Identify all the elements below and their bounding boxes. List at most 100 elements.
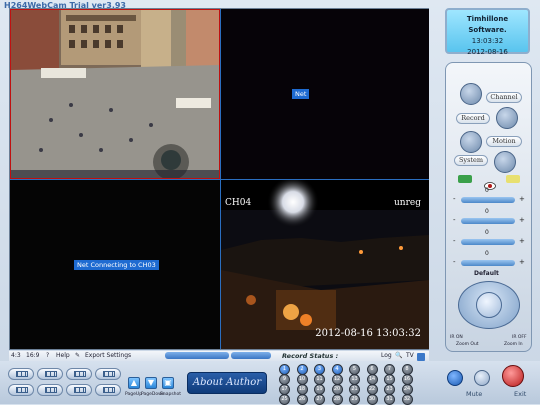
company-name: Timhillone Software.: [466, 15, 509, 34]
green-mode-icon[interactable]: [458, 175, 472, 183]
snapshot-label: Snapshot: [160, 392, 182, 397]
ratio-16-9-button[interactable]: 16:9: [26, 351, 39, 361]
minus-icon: -: [453, 258, 456, 266]
help-icon[interactable]: ?: [46, 351, 49, 361]
play-button[interactable]: [447, 370, 463, 386]
slider-3-track[interactable]: [461, 239, 515, 245]
export-settings-link[interactable]: Export Settings: [85, 351, 131, 361]
layout-icon: [16, 387, 28, 393]
record-button[interactable]: Record: [456, 113, 490, 124]
ir-on-button[interactable]: IR ON: [450, 335, 463, 340]
control-panel: Channel Record Motion System 0 - + 0 - +…: [445, 62, 532, 352]
search-icon[interactable]: 🔍: [395, 351, 402, 361]
ch01-camera-image: [11, 10, 219, 178]
channel-button[interactable]: 25: [279, 394, 290, 405]
layout-6x6-button[interactable]: [95, 384, 121, 396]
ch02-status-badge: Net: [292, 89, 310, 99]
ptz-center-button[interactable]: [476, 292, 502, 318]
layout-icon: [16, 371, 28, 377]
ir-off-button[interactable]: IR OFF: [512, 335, 527, 340]
yellow-mode-icon[interactable]: [506, 175, 520, 183]
video-cell-ch03[interactable]: Net Connecting to CH03: [10, 179, 220, 349]
current-date: 2012-08-16: [467, 48, 508, 56]
page-down-button[interactable]: ▼: [145, 377, 157, 389]
slider-2[interactable]: 0 - +: [451, 208, 527, 228]
layout-5x5-button[interactable]: [66, 384, 92, 396]
video-cell-ch02[interactable]: Net: [220, 9, 429, 179]
snapshot-button[interactable]: ▣: [162, 377, 174, 389]
motion-button[interactable]: Motion: [486, 136, 522, 147]
motion-round-button[interactable]: [460, 131, 482, 153]
zoom-in-button[interactable]: Zoom In: [504, 342, 523, 347]
slider-1-value: 0: [485, 187, 489, 194]
slider-2-track[interactable]: [461, 218, 515, 224]
status-bar: 4:3 16:9 ? Help ✎ Export Settings Record…: [9, 351, 429, 361]
channel-button[interactable]: 32: [401, 394, 413, 405]
channel-button[interactable]: 28: [331, 394, 343, 405]
layout-3x3-button[interactable]: [66, 368, 92, 380]
slider-3-value: 0: [485, 229, 489, 236]
help-link[interactable]: Help: [56, 351, 70, 361]
slider-1[interactable]: 0 - +: [451, 187, 527, 207]
record-round-button[interactable]: [496, 107, 518, 129]
video-cell-ch01[interactable]: [10, 9, 220, 179]
slider-4-value: 0: [485, 250, 489, 257]
layout-1plus7-button[interactable]: [37, 384, 63, 396]
page-up-button[interactable]: ▲: [128, 377, 140, 389]
video-grid: Net Net Connecting to CH03 CH04 unreg 20…: [9, 8, 429, 350]
eye-icon[interactable]: [484, 175, 496, 190]
tv-button[interactable]: TV: [406, 351, 414, 361]
minus-icon: -: [453, 195, 456, 203]
channel-button[interactable]: 31: [384, 394, 395, 405]
layout-icon: [74, 371, 86, 377]
log-button[interactable]: Log: [381, 351, 392, 361]
collapse-tab-left[interactable]: [165, 352, 229, 359]
slider-4-track[interactable]: [461, 260, 515, 266]
layout-icon: [74, 387, 86, 393]
mute-label: Mute: [466, 390, 483, 398]
export-icon[interactable]: ✎: [75, 351, 80, 361]
ch04-channel-label: CH04: [225, 198, 252, 208]
ch04-timestamp: 2012-08-16 13:03:32: [315, 328, 421, 339]
unregistered-watermark: unreg: [394, 198, 421, 208]
layout-icon: [103, 371, 115, 377]
bottom-toolbar: ▲ ▼ ▣ PageUp PageDown Snapshot About Aut…: [0, 361, 540, 405]
exit-label: Exit: [514, 390, 527, 398]
system-round-button[interactable]: [494, 151, 516, 173]
default-button[interactable]: Default: [474, 270, 499, 277]
system-button[interactable]: System: [454, 155, 488, 166]
layout-4x4-button[interactable]: [95, 368, 121, 380]
about-author-button[interactable]: About Author: [187, 372, 267, 394]
collapse-tab-right[interactable]: [231, 352, 271, 359]
channel-button[interactable]: 27: [314, 394, 325, 405]
layout-icon: [103, 387, 115, 393]
plus-icon: +: [519, 195, 525, 203]
clock-display: Timhillone Software. 13:03:32 2012-08-16: [445, 8, 530, 56]
channel-button[interactable]: Channel: [486, 92, 522, 103]
ch03-status-badge: Net Connecting to CH03: [74, 260, 159, 270]
slider-2-value: 0: [485, 208, 489, 215]
channel-round-button[interactable]: [460, 83, 482, 105]
minus-icon: -: [453, 216, 456, 224]
power-icon[interactable]: [502, 365, 524, 387]
channel-button[interactable]: 29: [349, 394, 360, 405]
current-time: 13:03:32: [471, 37, 504, 45]
app-window: H264WebCam Trial ver3.93 Net Net Connect…: [0, 0, 540, 405]
layout-1plus5-button[interactable]: [8, 384, 34, 396]
plus-icon: +: [519, 216, 525, 224]
layout-2x2-button[interactable]: [37, 368, 63, 380]
channel-button[interactable]: 26: [296, 394, 308, 405]
channel-button[interactable]: 30: [366, 394, 378, 405]
minus-icon: -: [453, 237, 456, 245]
ratio-4-3-button[interactable]: 4:3: [11, 351, 21, 361]
ptz-control[interactable]: [458, 281, 520, 329]
layout-1x1-button[interactable]: [8, 368, 34, 380]
speaker-icon[interactable]: [474, 370, 490, 386]
video-cell-ch04[interactable]: CH04 unreg 2012-08-16 13:03:32: [220, 179, 429, 349]
slider-4[interactable]: 0 - +: [451, 250, 527, 270]
zoom-out-button[interactable]: Zoom Out: [456, 342, 479, 347]
layout-icon: [45, 387, 57, 393]
slider-1-track[interactable]: [461, 197, 515, 203]
slider-3[interactable]: 0 - +: [451, 229, 527, 249]
plus-icon: +: [519, 258, 525, 266]
